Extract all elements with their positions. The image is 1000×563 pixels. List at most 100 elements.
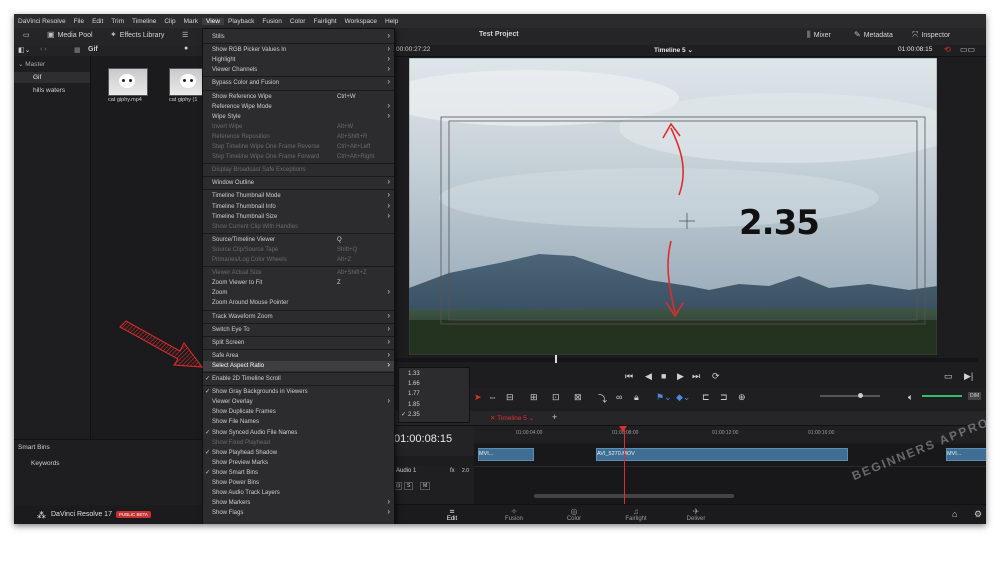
smart-bin-keywords[interactable]: Keywords — [31, 460, 60, 467]
fullscreen-icon[interactable]: ▭ — [944, 371, 953, 382]
timeline-clip[interactable]: MVI... — [478, 448, 534, 461]
linked-selection-icon[interactable]: ∞ — [616, 392, 622, 402]
view-menu-item[interactable]: Show Flags › — [203, 507, 394, 518]
view-menu-item[interactable]: Wipe Style › — [203, 111, 394, 122]
view-menu-item[interactable]: Zoom Viewer to Fit Z — [203, 278, 394, 288]
zoom-detail-icon[interactable]: ⊐ — [720, 392, 728, 403]
view-menu-item[interactable]: ✓ Show Gray Backgrounds in Viewers — [203, 387, 394, 397]
back-icon[interactable]: ‹ › — [40, 46, 47, 53]
view-menu-item[interactable]: Show Audio Track Layers — [203, 488, 394, 498]
sync-icon[interactable]: ⟲ — [944, 45, 951, 54]
menu-clip[interactable]: Clip — [160, 18, 179, 25]
menu-color[interactable]: Color — [286, 18, 310, 25]
scrub-playhead[interactable] — [555, 355, 557, 363]
menu-view[interactable]: View — [202, 17, 224, 25]
view-menu-item[interactable]: Stills › — [203, 31, 394, 42]
timeline-ruler[interactable]: 01:00:04:00 01:00:08:00 01:00:12:00 01:0… — [474, 426, 986, 442]
view-menu-item[interactable]: ✓ Show Smart Bins — [203, 468, 394, 478]
aspect-ratio-option[interactable]: 1.66 — [399, 379, 469, 389]
view-menu-item[interactable]: Bypass Color and Fusion › — [203, 77, 394, 88]
aspect-ratio-option[interactable]: ✓ 2.35 — [399, 410, 469, 420]
dim-button[interactable]: DIM — [968, 392, 982, 400]
view-menu-item[interactable]: Show File Names — [203, 417, 394, 427]
monitor-icon[interactable]: ▭ — [23, 31, 30, 39]
blade-tool-icon[interactable]: ⊞ — [530, 392, 538, 403]
overwrite-icon[interactable]: ⊠ — [574, 392, 582, 403]
clip-thumbnail[interactable] — [108, 68, 148, 96]
zoom-custom-icon[interactable]: ⊕ — [738, 392, 746, 403]
view-menu-item[interactable]: Show Duplicate Frames — [203, 407, 394, 417]
volume-slider[interactable] — [922, 395, 962, 397]
play-icon[interactable]: ▶ — [677, 371, 684, 382]
page-fairlight[interactable]: ♫ Fairlight — [606, 507, 666, 522]
bin-item-hills-waters[interactable]: hills waters — [33, 87, 65, 94]
view-menu-item[interactable]: Zoom › — [203, 287, 394, 298]
menu-workspace[interactable]: Workspace — [341, 18, 381, 25]
timeline-tab[interactable]: ✕ Timeline 5 ⌄ — [490, 414, 534, 422]
view-menu-item[interactable]: Safe Area › — [203, 350, 394, 361]
page-fusion[interactable]: ✧ Fusion — [484, 507, 544, 522]
bin-master[interactable]: ⌄ Master — [18, 60, 45, 68]
inspector-button[interactable]: ⤧ Inspector — [912, 31, 950, 39]
view-menu-item[interactable]: Source/Timeline Viewer Q — [203, 235, 394, 245]
menu-fairlight[interactable]: Fairlight — [309, 18, 340, 25]
view-menu-item[interactable]: Show Preview Marks — [203, 458, 394, 468]
view-menu-item[interactable]: Zoom Around Mouse Pointer — [203, 298, 394, 308]
dual-viewer-icon[interactable]: ▭▭ — [960, 45, 975, 54]
view-menu-item[interactable]: ✓ Show Synced Audio File Names — [203, 428, 394, 438]
menu-file[interactable]: File — [70, 18, 88, 25]
trim-tool-icon[interactable]: ⇔ — [488, 392, 497, 402]
menu-playback[interactable]: Playback — [224, 18, 258, 25]
bin-item-gif[interactable]: Gif — [14, 72, 90, 83]
snapping-icon[interactable]: ⤵ — [598, 392, 607, 405]
view-menu-item[interactable]: Viewer Channels › — [203, 64, 394, 75]
dynamic-trim-icon[interactable]: ⊟ — [506, 392, 514, 403]
view-menu-item[interactable]: ✓ Enable 2D Timeline Scroll — [203, 374, 394, 384]
view-menu-item[interactable]: Timeline Thumbnail Info › — [203, 201, 394, 212]
page-color[interactable]: ◎ Color — [544, 507, 604, 522]
solo-button[interactable]: S — [404, 482, 414, 490]
loop-icon[interactable]: ⟳ — [712, 371, 720, 382]
view-menu-item[interactable]: Show Markers › — [203, 497, 394, 508]
zoom-full-icon[interactable]: ⊏ — [702, 392, 710, 403]
close-icon[interactable]: ✕ — [490, 415, 495, 422]
view-menu-item[interactable]: Viewer Overlay › — [203, 396, 394, 407]
view-menu-item[interactable]: Timeline Thumbnail Size › — [203, 211, 394, 222]
menu-help[interactable]: Help — [381, 18, 402, 25]
volume-icon[interactable]: 🔈︎ — [908, 392, 913, 403]
menu-timeline[interactable]: Timeline — [128, 18, 160, 25]
page-deliver[interactable]: ✈ Deliver — [666, 507, 726, 522]
bin-options-icon[interactable]: ● — [184, 45, 188, 52]
next-clip-icon[interactable]: ▶| — [964, 371, 973, 382]
view-menu-item[interactable]: Switch Eye To › — [203, 324, 394, 335]
timeline-clip[interactable]: MVI... — [946, 448, 986, 461]
stop-icon[interactable]: ■ — [661, 371, 666, 381]
timeline-selector[interactable]: Timeline 5 ⌄ — [654, 46, 693, 54]
view-menu-item[interactable]: Highlight › — [203, 54, 394, 65]
flag-icon[interactable]: ⚑⌄ — [656, 392, 672, 403]
metadata-button[interactable]: ✎ Metadata — [854, 31, 893, 39]
view-menu-item[interactable]: Track Waveform Zoom › — [203, 311, 394, 322]
page-edit[interactable]: ⌗ Edit — [422, 505, 482, 523]
home-icon[interactable]: ⌂ — [952, 509, 957, 519]
add-timeline-icon[interactable]: + — [552, 412, 557, 422]
aspect-ratio-option[interactable]: 1.77 — [399, 389, 469, 399]
viewer-scrub-bar[interactable] — [394, 355, 978, 363]
aspect-ratio-option[interactable]: 1.85 — [399, 400, 469, 410]
play-reverse-icon[interactable]: ◀ — [645, 371, 652, 382]
lock-icon[interactable]: 🔒︎ — [634, 392, 639, 403]
mute-button[interactable]: M — [420, 482, 431, 490]
insert-icon[interactable]: ⊡ — [552, 392, 560, 403]
layout-icon[interactable]: ◧⌄ — [18, 46, 30, 54]
media-pool-button[interactable]: ▣ Media Pool — [47, 31, 93, 39]
timeline-clip[interactable]: AVI_5270.MOV — [596, 448, 848, 461]
mixer-button[interactable]: ⫼ Mixer — [807, 31, 831, 39]
timeline-scrollbar[interactable] — [534, 494, 734, 498]
menu-fusion[interactable]: Fusion — [258, 18, 286, 25]
menu-edit[interactable]: Edit — [88, 18, 107, 25]
effects-library-button[interactable]: ✦ Effects Library — [110, 31, 164, 39]
selection-tool-icon[interactable]: ➤ — [474, 392, 482, 403]
zoom-slider[interactable] — [820, 395, 880, 397]
menu-davinci-resolve[interactable]: DaVinci Resolve — [14, 18, 70, 25]
playhead-marker[interactable] — [619, 426, 627, 432]
